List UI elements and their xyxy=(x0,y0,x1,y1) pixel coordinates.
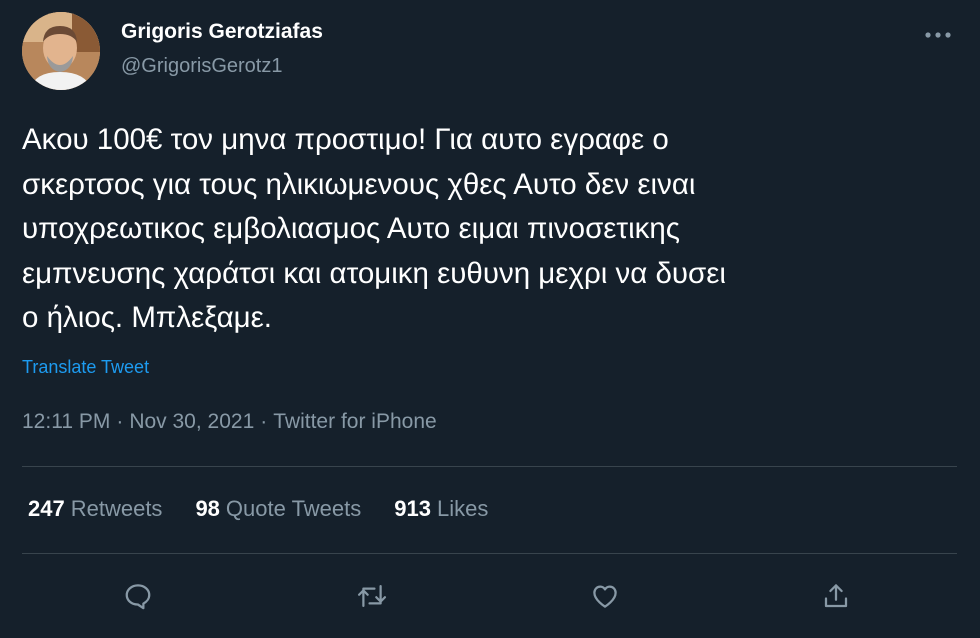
avatar[interactable] xyxy=(22,12,100,90)
reply-button[interactable] xyxy=(116,574,160,618)
divider xyxy=(22,553,957,554)
author-handle[interactable]: @GrigorisGerotz1 xyxy=(121,55,282,78)
quote-tweets-stat[interactable]: 98 Quote Tweets xyxy=(195,496,361,522)
retweets-count: 247 xyxy=(28,496,65,521)
tweet-text: Ακου 100€ τον μηνα προστιμο! Για αυτο εγ… xyxy=(22,123,726,334)
share-button[interactable] xyxy=(814,574,858,618)
profile-photo-icon xyxy=(22,12,100,90)
tweet-time[interactable]: 12:11 PM xyxy=(22,410,110,433)
like-button[interactable] xyxy=(583,574,627,618)
separator: · xyxy=(260,410,268,433)
author-display-name[interactable]: Grigoris Gerotziafas xyxy=(121,20,323,44)
retweets-stat[interactable]: 247 Retweets xyxy=(28,496,162,522)
share-icon xyxy=(824,584,848,608)
retweet-button[interactable] xyxy=(350,574,394,618)
translate-tweet-link[interactable]: Translate Tweet xyxy=(22,357,149,378)
like-icon xyxy=(593,585,617,608)
retweet-icon xyxy=(357,585,387,607)
quote-tweets-label: Quote Tweets xyxy=(225,496,362,521)
divider xyxy=(22,466,957,467)
tweet-source[interactable]: Twitter for iPhone xyxy=(273,410,436,433)
tweet-card: Grigoris Gerotziafas @GrigorisGerotz1 Ακ… xyxy=(0,0,980,638)
more-horizontal-icon xyxy=(925,32,951,38)
reply-icon xyxy=(125,584,151,610)
likes-count: 913 xyxy=(394,496,431,521)
quote-tweets-count: 98 xyxy=(195,496,220,521)
retweets-label: Retweets xyxy=(70,496,163,521)
likes-label: Likes xyxy=(436,496,489,521)
tweet-metadata: 12:11 PM · Nov 30, 2021 · Twitter for iPhone xyxy=(22,410,437,434)
separator: · xyxy=(116,410,124,433)
tweet-date[interactable]: Nov 30, 2021 xyxy=(129,410,254,433)
likes-stat[interactable]: 913 Likes xyxy=(394,496,488,522)
more-options-button[interactable] xyxy=(918,20,958,50)
tweet-stats: 247 Retweets 98 Quote Tweets 913 Likes xyxy=(28,496,488,522)
